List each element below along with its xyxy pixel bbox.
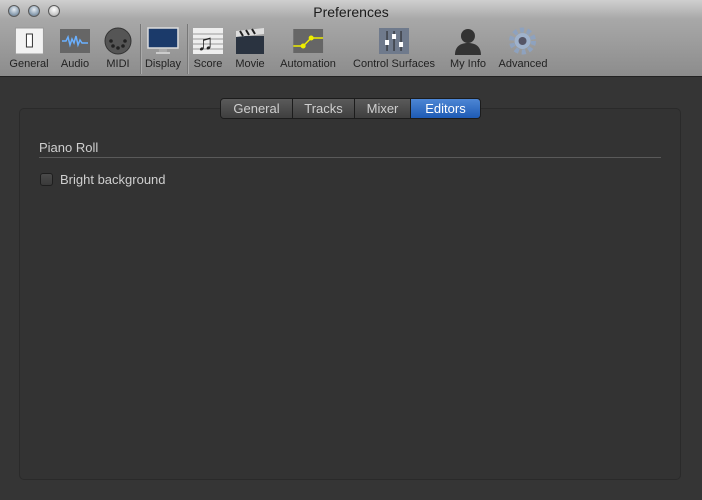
toolbar-label: Display [144, 58, 182, 70]
person-icon [452, 26, 484, 56]
toolbar: Preferences General Audio MIDI Display ♫… [0, 0, 702, 77]
gear-icon [507, 26, 539, 56]
window-title: Preferences [313, 4, 389, 20]
toolbar-divider [140, 24, 141, 74]
music-notes-icon: ♫ [192, 26, 224, 56]
toolbar-my-info[interactable]: My Info [450, 26, 486, 70]
tab-editors[interactable]: Editors [411, 99, 480, 118]
toolbar-label: Score [193, 58, 223, 70]
toolbar-label: Automation [280, 58, 336, 70]
tab-general[interactable]: General [221, 99, 293, 118]
toolbar-score[interactable]: ♫ Score [192, 26, 224, 70]
toolbar-label: Movie [235, 58, 265, 70]
waveform-icon [59, 26, 91, 56]
midi-connector-icon [102, 26, 134, 56]
toolbar-label: General [9, 58, 49, 70]
toolbar-label: My Info [449, 58, 487, 70]
toolbar-display[interactable]: Display [145, 26, 181, 70]
bright-background-checkbox[interactable] [40, 173, 53, 186]
toolbar-label: MIDI [106, 58, 130, 70]
toolbar-automation[interactable]: Automation [280, 26, 336, 70]
tab-mixer[interactable]: Mixer [355, 99, 411, 118]
toolbar-midi[interactable]: MIDI [102, 26, 134, 70]
toolbar-control-surfaces[interactable]: Control Surfaces [353, 26, 435, 70]
toolbar-divider [187, 24, 188, 74]
faders-icon [378, 26, 410, 56]
svg-text:♫: ♫ [197, 30, 214, 54]
toolbar-label: Control Surfaces [353, 58, 435, 70]
automation-curve-icon [292, 26, 324, 56]
monitor-icon [147, 26, 179, 56]
tab-tracks[interactable]: Tracks [293, 99, 355, 118]
tab-bar: General Tracks Mixer Editors [220, 98, 481, 119]
bright-background-label[interactable]: Bright background [60, 172, 166, 187]
toolbar-audio[interactable]: Audio [59, 26, 91, 70]
preferences-panel [19, 108, 681, 480]
section-title: Piano Roll [39, 140, 99, 155]
clapperboard-icon [234, 26, 266, 56]
toolbar-label: Advanced [498, 58, 548, 70]
toolbar-movie[interactable]: Movie [234, 26, 266, 70]
section-divider [39, 157, 661, 158]
toolbar-label: Audio [60, 58, 90, 70]
toolbar-general[interactable]: General [9, 26, 49, 70]
switch-icon [13, 26, 45, 56]
toolbar-advanced[interactable]: Advanced [498, 26, 548, 70]
